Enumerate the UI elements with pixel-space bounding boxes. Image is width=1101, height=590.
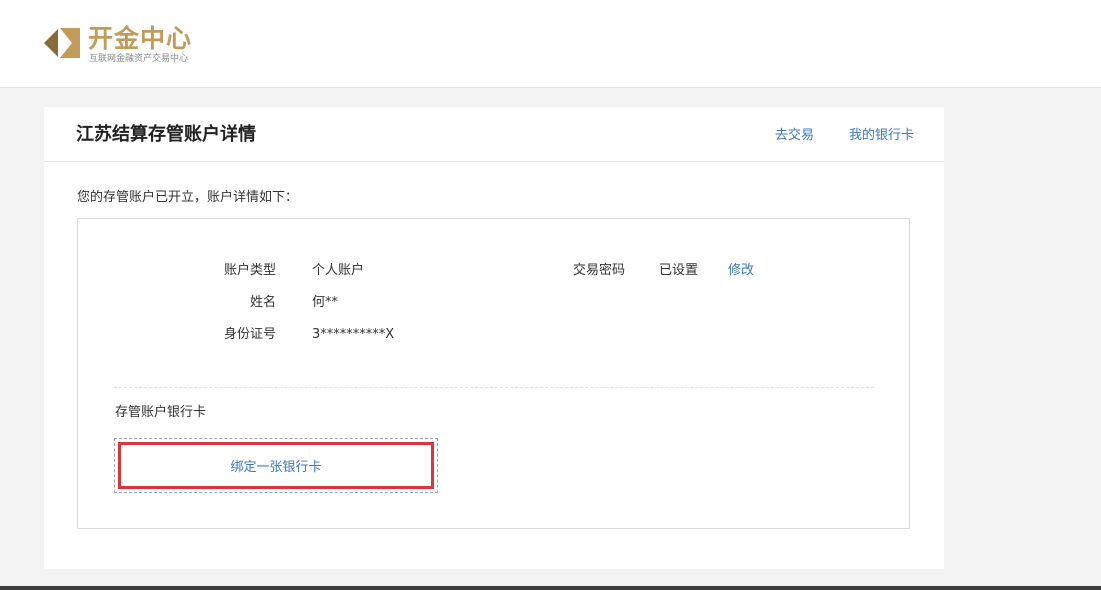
name-label: 姓名 bbox=[249, 295, 276, 310]
account-type-value: 个人账户 bbox=[312, 263, 365, 278]
brand-name: 开金中心 bbox=[88, 24, 193, 53]
bottom-edge bbox=[0, 586, 1101, 590]
section-divider bbox=[114, 387, 874, 388]
top-header: 开金中心 互联网金融资产交易中心 bbox=[0, 0, 1101, 88]
my-bank-cards-link[interactable]: 我的银行卡 bbox=[849, 127, 914, 145]
intro-text: 您的存管账户已开立，账户详情如下： bbox=[77, 190, 299, 205]
account-detail-panel: 江苏结算存管账户详情 去交易 我的银行卡 您的存管账户已开立，账户详情如下： 账… bbox=[44, 107, 944, 569]
trade-password-label: 交易密码 bbox=[573, 263, 626, 278]
panel-header: 江苏结算存管账户详情 去交易 我的银行卡 bbox=[44, 107, 944, 162]
edit-trade-password-link[interactable]: 修改 bbox=[728, 262, 754, 280]
account-type-label: 账户类型 bbox=[223, 263, 276, 278]
logo-mark-icon bbox=[44, 28, 80, 58]
trade-password-status: 已设置 bbox=[659, 263, 699, 278]
page-title: 江苏结算存管账户详情 bbox=[76, 124, 256, 145]
brand-logo[interactable]: 开金中心 互联网金融资产交易中心 bbox=[44, 24, 214, 66]
bank-card-section-title: 存管账户银行卡 bbox=[115, 405, 207, 420]
brand-tagline: 互联网金融资产交易中心 bbox=[89, 54, 189, 64]
bind-card-area: 绑定一张银行卡 bbox=[114, 438, 438, 493]
id-number-value: 3**********X bbox=[312, 327, 395, 342]
go-trade-link[interactable]: 去交易 bbox=[775, 127, 814, 145]
name-value: 何** bbox=[312, 295, 339, 310]
detail-box: 账户类型 个人账户 姓名 何** 身份证号 3**********X 交易密码 … bbox=[77, 218, 910, 529]
bind-bank-card-button[interactable]: 绑定一张银行卡 bbox=[118, 442, 434, 489]
id-number-label: 身份证号 bbox=[223, 327, 276, 342]
